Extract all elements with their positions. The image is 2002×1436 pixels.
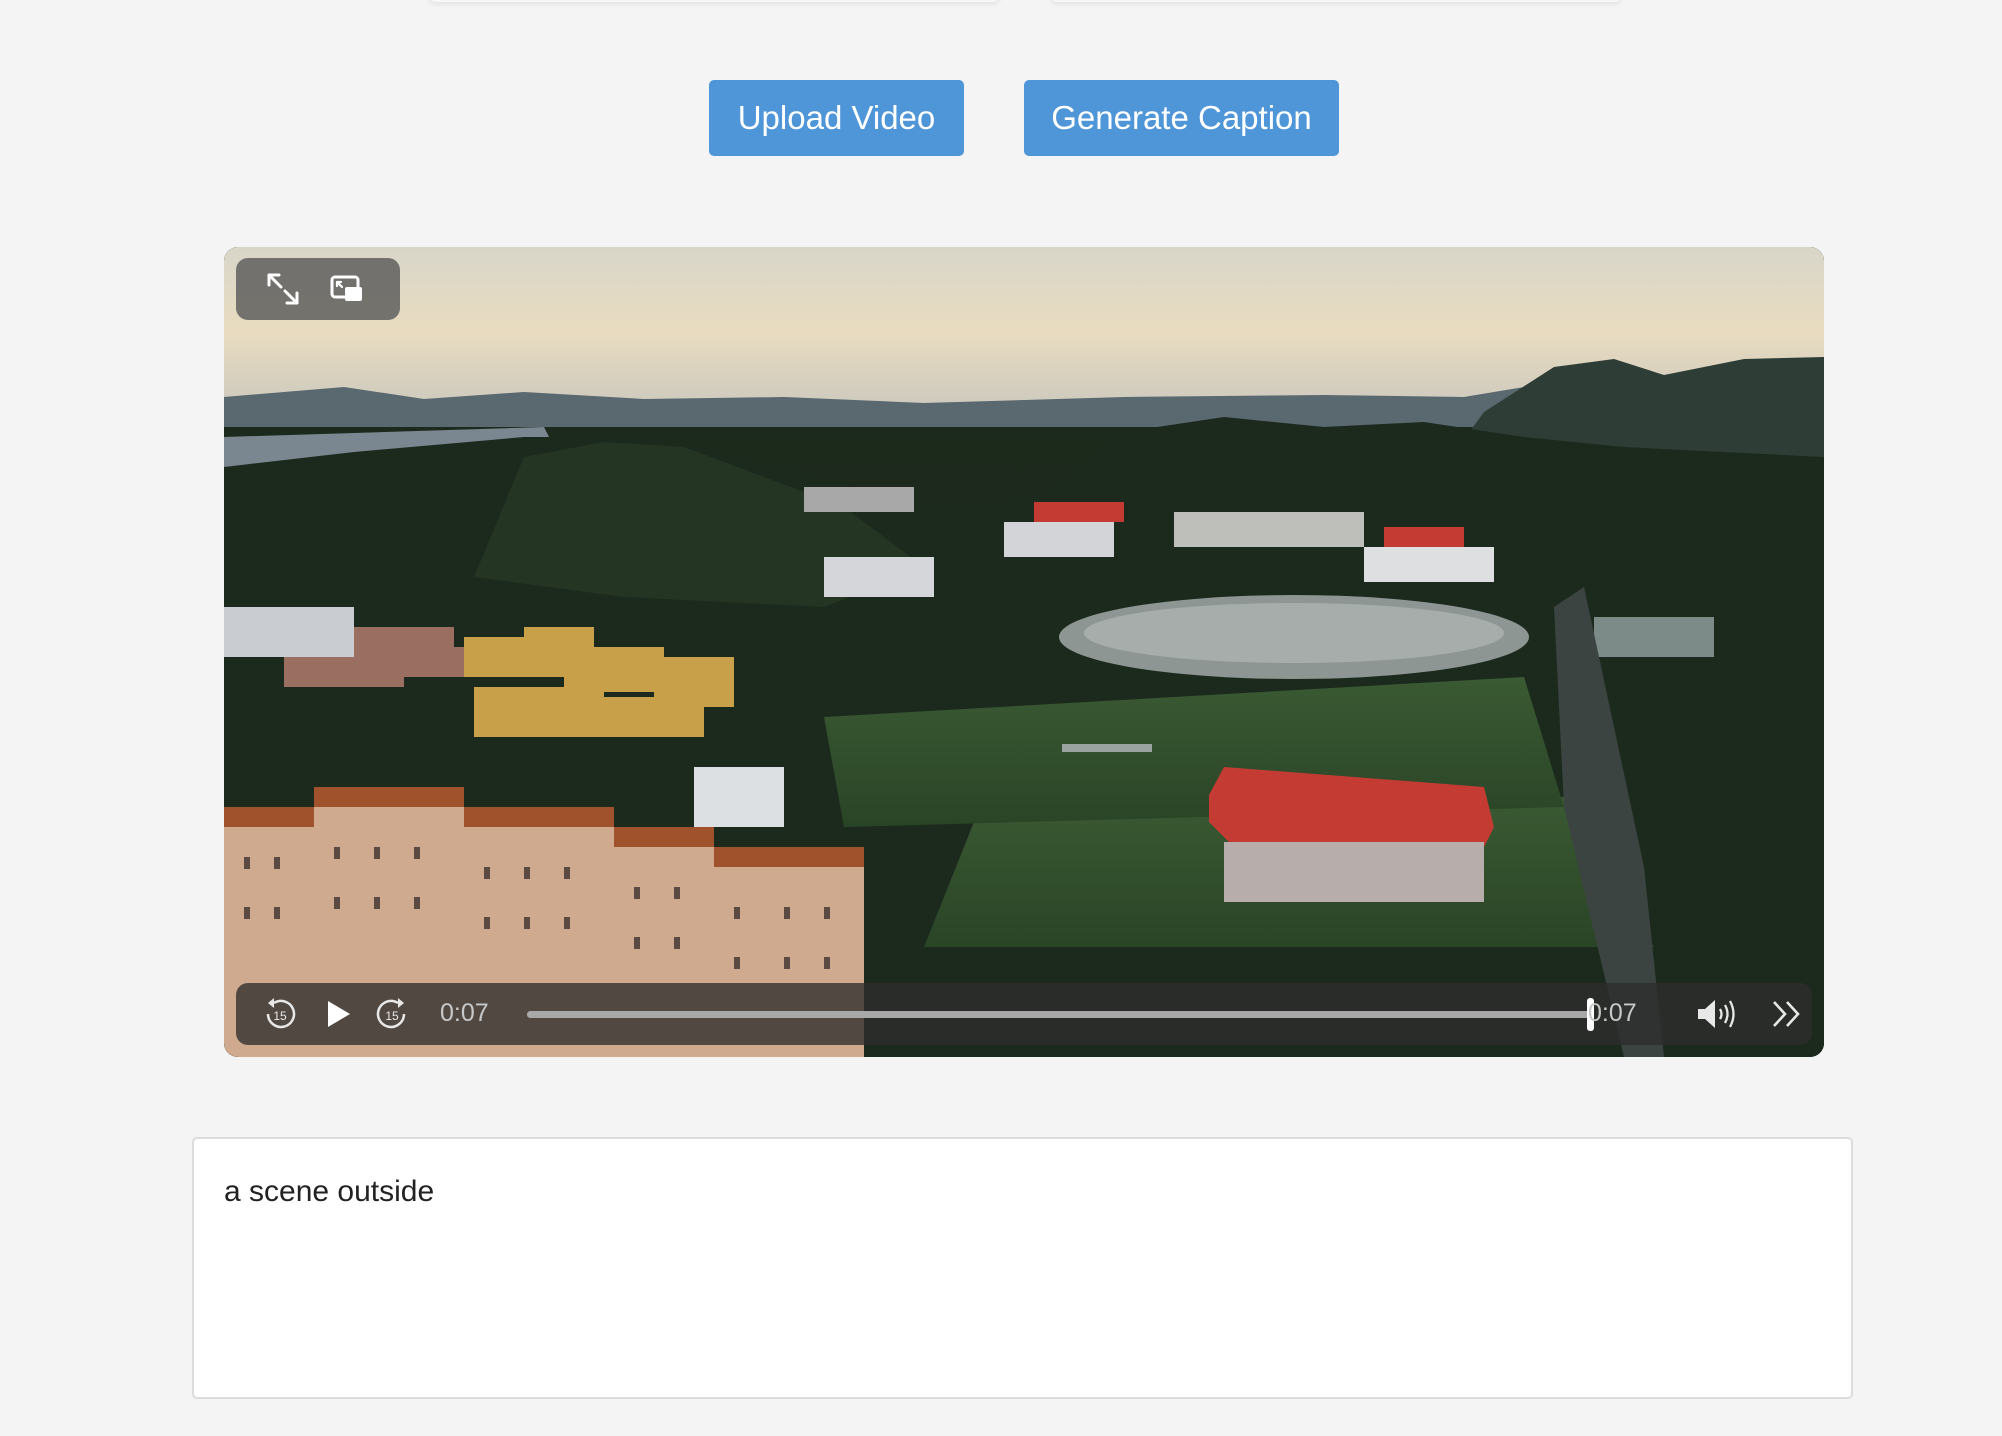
top-card-right: [1050, 0, 1622, 2]
progress-fill: [527, 1011, 1591, 1018]
video-frame: [224, 247, 1824, 1057]
caption-output[interactable]: a scene outside: [192, 1137, 1853, 1399]
upload-video-button[interactable]: Upload Video: [709, 80, 964, 156]
fullscreen-icon[interactable]: [266, 272, 300, 306]
video-controls-bar: 15 15 0:07 0:07: [236, 983, 1812, 1045]
volume-icon[interactable]: [1696, 997, 1744, 1031]
generate-caption-button[interactable]: Generate Caption: [1024, 80, 1339, 156]
skip-back-15-icon[interactable]: 15: [264, 997, 296, 1031]
current-time: 0:07: [440, 999, 489, 1027]
video-player[interactable]: 15 15 0:07 0:07: [224, 247, 1824, 1057]
play-icon[interactable]: [324, 999, 352, 1029]
caption-text: a scene outside: [224, 1175, 435, 1208]
chevron-double-right-icon[interactable]: [1771, 999, 1803, 1029]
page: Upload Video Generate Caption 15 15 0:07…: [0, 0, 2002, 1436]
duration-time: 0:07: [1588, 999, 1637, 1027]
video-top-controls: [236, 258, 400, 320]
skip-forward-label: 15: [385, 1009, 399, 1023]
top-card-left: [428, 0, 1000, 2]
skip-forward-15-icon[interactable]: 15: [376, 997, 408, 1031]
progress-slider[interactable]: [527, 998, 1594, 1031]
skip-back-label: 15: [273, 1009, 287, 1023]
picture-in-picture-icon[interactable]: [330, 272, 364, 306]
